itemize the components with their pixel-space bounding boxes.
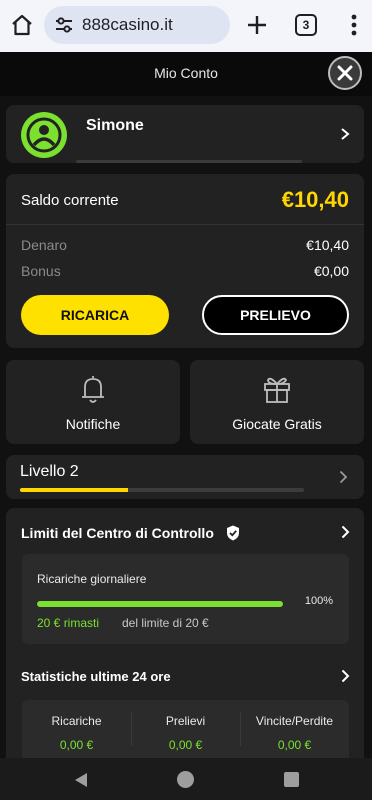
stats-title[interactable]: Statistiche ultime 24 ore xyxy=(21,669,171,684)
home-button-icon[interactable] xyxy=(177,771,194,788)
stat-withdrawals-value: 0,00 € xyxy=(168,738,203,752)
daily-deposit-limit: Ricariche giornaliere 100% 20 € rimasti … xyxy=(22,554,349,644)
current-balance-value: €10,40 xyxy=(281,187,349,212)
stat-winloss-label: Vincite/Perdite xyxy=(255,714,334,728)
chevron-right-icon xyxy=(339,470,348,484)
bell-icon xyxy=(82,376,104,403)
profile-divider xyxy=(76,160,302,163)
stat-winloss-value: 0,00 € xyxy=(277,738,312,752)
profile-card[interactable]: Simone xyxy=(6,105,364,163)
stat-deposits-value: 0,00 € xyxy=(59,738,94,752)
limit-remaining-suffix: del limite di 20 € xyxy=(122,616,209,630)
account-header: Mio Conto xyxy=(0,52,372,96)
more-vert-icon[interactable] xyxy=(344,12,364,38)
control-center-card: Limiti del Centro di Controllo Ricariche… xyxy=(6,508,364,758)
level-progress-fill xyxy=(20,488,128,492)
gift-icon xyxy=(264,377,290,403)
daily-deposit-label: Ricariche giornaliere xyxy=(37,572,147,586)
stat-winloss: Vincite/Perdite 0,00 € xyxy=(240,700,349,758)
home-icon[interactable] xyxy=(10,13,34,37)
current-balance-label: Saldo corrente xyxy=(21,192,119,209)
limit-progress-bar xyxy=(37,601,283,607)
notifications-tile[interactable]: Notifiche xyxy=(6,360,180,444)
free-games-tile[interactable]: Giocate Gratis xyxy=(190,360,364,444)
control-center-title-text: Limiti del Centro di Controllo xyxy=(21,525,214,541)
cash-value: €10,40 xyxy=(306,237,349,253)
profile-name: Simone xyxy=(86,117,144,134)
limit-percent: 100% xyxy=(304,595,333,607)
level-label: Livello 2 xyxy=(20,463,79,480)
level-progress-bar xyxy=(20,488,304,492)
chevron-right-icon[interactable] xyxy=(341,525,350,539)
limit-remaining: 20 € rimasti xyxy=(37,616,100,630)
stat-withdrawals-label: Prelievi xyxy=(165,714,206,728)
balance-card: Saldo corrente €10,40 Denaro €10,40 Bonu… xyxy=(6,174,364,348)
stats-box: Ricariche 0,00 € Prelievi 0,00 € Vincite… xyxy=(22,700,349,758)
tab-switcher-icon[interactable]: 3 xyxy=(295,14,317,36)
bonus-label: Bonus xyxy=(21,263,61,279)
back-icon[interactable] xyxy=(74,772,88,788)
url-bar[interactable]: 888casino.it xyxy=(44,6,230,44)
stat-deposits: Ricariche 0,00 € xyxy=(22,700,131,758)
free-games-label: Giocate Gratis xyxy=(232,416,322,432)
avatar-icon xyxy=(21,112,67,158)
level-card[interactable]: Livello 2 xyxy=(6,455,364,499)
new-tab-icon[interactable] xyxy=(244,12,270,38)
close-icon xyxy=(337,65,353,81)
notifications-label: Notifiche xyxy=(65,416,121,432)
recents-icon[interactable] xyxy=(284,772,299,787)
browser-toolbar: 888casino.it 3 xyxy=(0,0,372,52)
stat-deposits-label: Ricariche xyxy=(51,714,102,728)
control-center-title[interactable]: Limiti del Centro di Controllo xyxy=(21,525,240,541)
stat-withdrawals: Prelievi 0,00 € xyxy=(131,700,240,758)
bonus-value: €0,00 xyxy=(313,263,349,279)
site-settings-icon[interactable] xyxy=(54,15,74,35)
shield-check-icon xyxy=(226,525,239,541)
system-nav-bar xyxy=(0,758,372,800)
deposit-button[interactable]: RICARICA xyxy=(21,295,169,335)
withdraw-button[interactable]: PRELIEVO xyxy=(202,295,349,335)
chevron-right-icon[interactable] xyxy=(341,669,350,683)
close-button[interactable] xyxy=(328,56,362,90)
cash-label: Denaro xyxy=(21,237,67,253)
limit-progress-fill xyxy=(37,601,283,607)
balance-divider xyxy=(6,224,364,225)
tab-count: 3 xyxy=(302,18,310,32)
url-text: 888casino.it xyxy=(82,15,173,34)
page-title: Mio Conto xyxy=(154,65,218,81)
chevron-right-icon xyxy=(341,128,350,140)
